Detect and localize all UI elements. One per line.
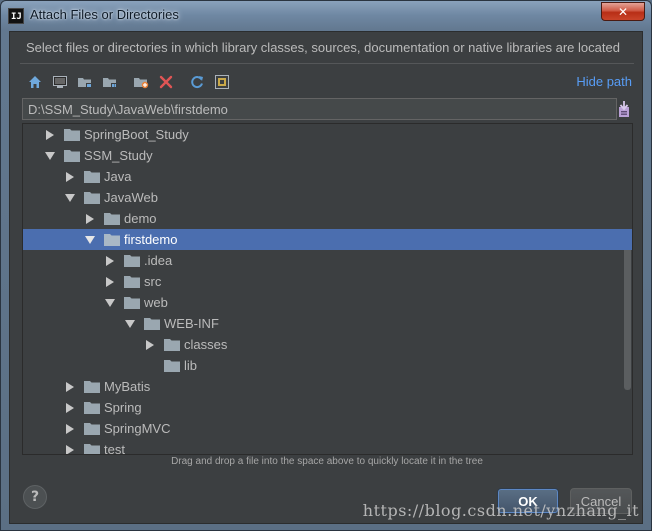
folder-icon — [64, 149, 80, 163]
title-bar[interactable]: IJ Attach Files or Directories ✕ — [1, 1, 651, 31]
folder-icon — [84, 443, 100, 454]
tree-row[interactable]: Java — [23, 166, 632, 187]
tree-item-label: test — [104, 442, 125, 455]
tree-row[interactable]: test — [23, 439, 632, 455]
separator — [20, 63, 634, 64]
file-chooser-toolbar — [24, 71, 236, 93]
folder-icon — [84, 380, 100, 394]
expand-arrow-right-icon[interactable] — [104, 255, 116, 267]
tree-row[interactable]: demo — [23, 208, 632, 229]
watermark-text: https://blog.csdn.net/ynzhang_it — [362, 501, 639, 520]
desktop-icon[interactable] — [49, 71, 71, 93]
folder-icon — [64, 128, 80, 142]
tree-row[interactable]: SSM_Study — [23, 145, 632, 166]
folder-icon — [84, 191, 100, 205]
folder-icon — [144, 317, 160, 331]
show-hidden-icon[interactable] — [211, 71, 233, 93]
file-tree[interactable]: SpringBoot_Study SSM_Study Java JavaWeb demo… — [22, 123, 633, 455]
path-history-icon[interactable] — [616, 100, 632, 118]
module-folder-icon[interactable] — [99, 71, 121, 93]
path-input[interactable] — [22, 98, 617, 120]
folder-icon — [124, 275, 140, 289]
folder-icon — [84, 170, 100, 184]
new-folder-icon[interactable] — [130, 71, 152, 93]
tree-row[interactable]: .idea — [23, 250, 632, 271]
expand-arrow-right-icon[interactable] — [64, 444, 76, 454]
tree-row[interactable]: SpringBoot_Study — [23, 124, 632, 145]
drag-drop-hint: Drag and drop a file into the space abov… — [171, 456, 483, 467]
expand-arrow-down-icon[interactable] — [44, 150, 56, 162]
tree-row[interactable]: MyBatis — [23, 376, 632, 397]
expand-arrow-right-icon[interactable] — [144, 339, 156, 351]
folder-icon — [164, 338, 180, 352]
tree-item-label: Java — [104, 169, 132, 184]
tree-item-label: demo — [124, 211, 157, 226]
expand-arrow-right-icon[interactable] — [44, 129, 56, 141]
tree-item-label: .idea — [144, 253, 173, 268]
expand-arrow-right-icon[interactable] — [104, 276, 116, 288]
folder-icon — [84, 401, 100, 415]
expand-arrow-right-icon[interactable] — [64, 423, 76, 435]
tree-row[interactable]: SpringMVC — [23, 418, 632, 439]
expand-arrow-down-icon[interactable] — [64, 192, 76, 204]
tree-item-label: Spring — [104, 400, 142, 415]
tree-item-label: src — [144, 274, 162, 289]
tree-row[interactable]: WEB-INF — [23, 313, 632, 334]
tree-row[interactable]: JavaWeb — [23, 187, 632, 208]
folder-icon — [104, 212, 120, 226]
tree-row[interactable]: classes — [23, 334, 632, 355]
refresh-icon[interactable] — [186, 71, 208, 93]
tree-row[interactable]: Spring — [23, 397, 632, 418]
expand-arrow-down-icon[interactable] — [104, 297, 116, 309]
folder-icon — [104, 233, 120, 247]
expand-arrow-right-icon[interactable] — [84, 213, 96, 225]
expand-arrow-right-icon[interactable] — [64, 171, 76, 183]
tree-row[interactable]: web — [23, 292, 632, 313]
intellij-app-icon: IJ — [8, 8, 24, 24]
dialog-content: Select files or directories in which lib… — [9, 31, 643, 524]
delete-icon[interactable] — [155, 71, 177, 93]
dialog-description: Select files or directories in which lib… — [26, 40, 620, 55]
tree-item-label: SpringBoot_Study — [84, 127, 189, 142]
expand-arrow-down-icon[interactable] — [124, 318, 136, 330]
window-title: Attach Files or Directories — [30, 7, 179, 22]
tree-item-label: lib — [184, 358, 198, 373]
folder-icon — [164, 359, 180, 373]
folder-icon — [124, 254, 140, 268]
folder-icon — [84, 422, 100, 436]
expand-arrow-right-icon[interactable] — [64, 381, 76, 393]
close-button[interactable]: ✕ — [601, 2, 645, 21]
help-button[interactable]: ? — [23, 485, 47, 509]
tree-row[interactable]: lib — [23, 355, 632, 376]
project-folder-icon[interactable] — [74, 71, 96, 93]
home-icon[interactable] — [24, 71, 46, 93]
tree-item-label: SSM_Study — [84, 148, 153, 163]
folder-icon — [124, 296, 140, 310]
tree-item-label: JavaWeb — [104, 190, 158, 205]
tree-item-label: classes — [184, 337, 228, 352]
dialog-window: IJ Attach Files or Directories ✕ Select … — [0, 0, 652, 531]
hide-path-link[interactable]: Hide path — [576, 74, 632, 89]
expand-arrow-right-icon[interactable] — [64, 402, 76, 414]
tree-row[interactable]: src — [23, 271, 632, 292]
tree-item-label: firstdemo — [124, 232, 178, 247]
expand-arrow-down-icon[interactable] — [84, 234, 96, 246]
tree-item-label: MyBatis — [104, 379, 151, 394]
tree-item-label: web — [144, 295, 168, 310]
tree-item-label: WEB-INF — [164, 316, 219, 331]
tree-row[interactable]: firstdemo — [23, 229, 632, 250]
tree-item-label: SpringMVC — [104, 421, 171, 436]
